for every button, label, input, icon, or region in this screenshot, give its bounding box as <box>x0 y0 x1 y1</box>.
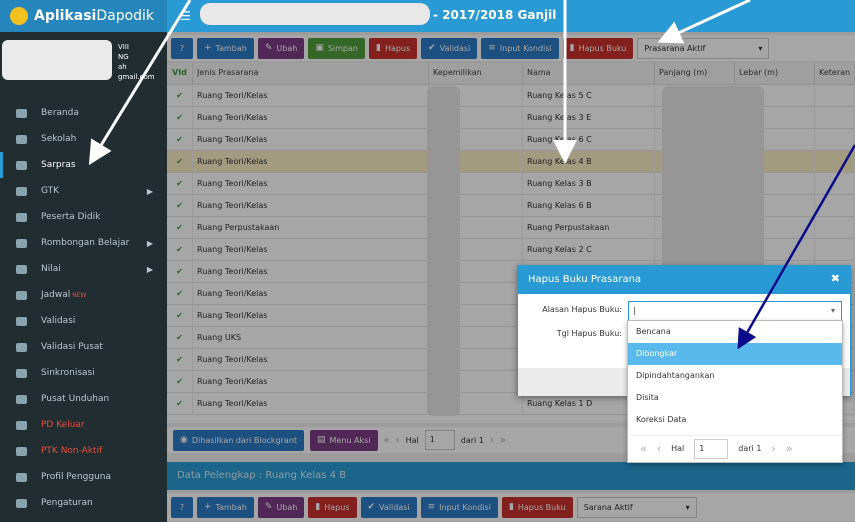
sidebar-item-validasi[interactable]: Validasi <box>0 308 167 334</box>
sidebar-item-peserta-didik[interactable]: Peserta Didik <box>0 204 167 230</box>
sidebar-item-label: Sinkronisasi <box>41 368 95 378</box>
alasan-label: Alasan Hapus Buku: <box>542 305 622 314</box>
people-icon <box>16 290 27 300</box>
profile-line-3: ah <box>118 63 127 71</box>
sidebar-item-pusat-unduhan[interactable]: Pusat Unduhan <box>0 386 167 412</box>
user-icon <box>16 472 27 482</box>
sidebar-item-beranda[interactable]: Beranda <box>0 100 167 126</box>
gear-icon <box>16 498 27 508</box>
sidebar-item-label: PTK Non-Aktif <box>41 446 103 456</box>
option-dipindahtangankan[interactable]: Dipindahtangankan <box>628 365 842 387</box>
options-list: Bencana Dibongkar Dipindahtangankan Disita K… <box>628 321 842 431</box>
option-disita[interactable]: Disita <box>628 387 842 409</box>
building-icon <box>16 160 27 170</box>
last-page-icon[interactable]: » <box>786 442 793 455</box>
close-icon[interactable]: ✖ <box>831 272 840 285</box>
chevron-right-icon: ▶ <box>146 186 153 196</box>
brand-bold: Aplikasi <box>34 8 97 24</box>
sidebar-item-label: Jadwal <box>41 290 71 300</box>
prev-page-icon[interactable]: ‹ <box>657 442 661 455</box>
sidebar-item-label: Validasi <box>41 316 76 326</box>
graduation-cap-icon <box>16 186 27 196</box>
download-icon <box>16 394 27 404</box>
sidebar-item-jadwal[interactable]: Jadwal NEW <box>0 282 167 308</box>
sidebar-item-nilai[interactable]: Nilai ▶ <box>0 256 167 282</box>
profile-text: VIII NG ah gmail.com <box>118 42 155 82</box>
option-koreksi-data[interactable]: Koreksi Data <box>628 409 842 431</box>
profile-line-4: gmail.com <box>118 73 155 81</box>
sidebar-item-ptk-non-aktif[interactable]: PTK Non-Aktif <box>0 438 167 464</box>
profile-line-1: VIII <box>118 43 129 51</box>
sidebar-item-label: Beranda <box>41 108 79 118</box>
monitor-icon <box>16 108 27 118</box>
sidebar-item-pd-keluar[interactable]: PD Keluar <box>0 412 167 438</box>
sidebar-item-label: Profil Pengguna <box>41 472 112 482</box>
check-icon <box>16 316 27 326</box>
group-icon <box>16 238 27 248</box>
option-bencana[interactable]: Bencana <box>628 321 842 343</box>
semester-period: - 2017/2018 Ganjil <box>433 8 557 22</box>
app-brand: AplikasiDapodik <box>0 0 167 32</box>
dropdown-page-total: dari 1 <box>738 444 762 453</box>
sidebar-item-label: Pengaturan <box>41 498 93 508</box>
sidebar-item-rombongan-belajar[interactable]: Rombongan Belajar ▶ <box>0 230 167 256</box>
option-dibongkar[interactable]: Dibongkar <box>628 343 842 365</box>
tgl-label: Tgl Hapus Buku: <box>556 329 622 338</box>
school-icon <box>16 134 27 144</box>
sidebar-item-label: GTK <box>41 186 60 196</box>
logo-icon <box>10 7 28 25</box>
alasan-dropdown-list: Bencana Dibongkar Dipindahtangankan Disita K… <box>627 320 843 463</box>
dropdown-pager: « ‹ Hal 1 dari 1 › » <box>628 435 842 461</box>
brand-light: Dapodik <box>96 8 155 24</box>
sidebar-item-label: Validasi Pusat <box>41 342 103 352</box>
dialog-header: Hapus Buku Prasarana ✖ <box>518 266 850 294</box>
sidebar-item-label: Sarpras <box>41 160 76 170</box>
profile-line-2: NG <box>118 53 129 61</box>
sidebar: VIII NG ah gmail.com Beranda Sekolah Sarpr… <box>0 32 167 522</box>
sidebar-menu: Beranda Sekolah Sarpras GTK ▶ Peserta Didik Ro… <box>0 100 167 516</box>
chevron-right-icon: ▶ <box>146 264 153 274</box>
sidebar-item-pengaturan[interactable]: Pengaturan <box>0 490 167 516</box>
sidebar-item-label: PD Keluar <box>41 420 85 430</box>
sidebar-item-sinkronisasi[interactable]: Sinkronisasi <box>0 360 167 386</box>
sidebar-item-profil-pengguna[interactable]: Profil Pengguna <box>0 464 167 490</box>
sidebar-item-label: Nilai <box>41 264 61 274</box>
menu-toggle-icon[interactable]: ☰ <box>180 9 191 23</box>
sidebar-item-sarpras[interactable]: Sarpras <box>0 152 167 178</box>
first-page-icon[interactable]: « <box>640 442 647 455</box>
refresh-icon <box>16 342 27 352</box>
dropdown-page-input[interactable]: 1 <box>694 438 729 459</box>
sidebar-item-gtk[interactable]: GTK ▶ <box>0 178 167 204</box>
sidebar-item-sekolah[interactable]: Sekolah <box>0 126 167 152</box>
next-page-icon[interactable]: › <box>771 442 775 455</box>
dialog-title: Hapus Buku Prasarana <box>528 274 642 285</box>
exit-icon <box>16 420 27 430</box>
top-bar: AplikasiDapodik ☰ - 2017/2018 Ganjil <box>0 0 855 32</box>
sidebar-item-label: Peserta Didik <box>41 212 101 222</box>
text-cursor: | <box>633 306 636 315</box>
chevron-right-icon: ▶ <box>146 238 153 248</box>
sidebar-item-label: Sekolah <box>41 134 77 144</box>
user-profile: VIII NG ah gmail.com <box>0 40 167 82</box>
sync-icon <box>16 368 27 378</box>
sidebar-item-label: Rombongan Belajar <box>41 238 130 248</box>
avatar <box>2 40 112 80</box>
chevron-down-icon[interactable]: ▾ <box>831 306 835 315</box>
smile-icon <box>16 212 27 222</box>
list-icon <box>16 264 27 274</box>
sidebar-item-validasi-pusat[interactable]: Validasi Pusat <box>0 334 167 360</box>
dropdown-hal-label: Hal <box>671 444 685 453</box>
new-badge: NEW <box>72 291 87 299</box>
school-name-redacted <box>200 3 430 25</box>
alasan-combo[interactable]: | ▾ <box>628 301 842 321</box>
user-off-icon <box>16 446 27 456</box>
sidebar-item-label: Pusat Unduhan <box>41 394 110 404</box>
